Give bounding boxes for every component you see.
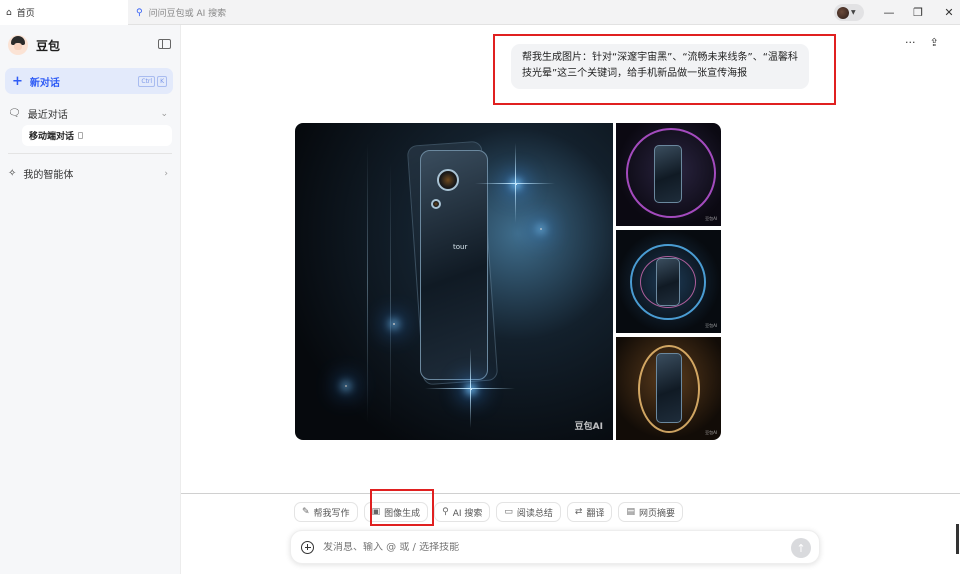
search-placeholder: 问问豆包或 AI 搜索 — [148, 9, 227, 19]
generated-image-thumb[interactable]: 豆包AI — [616, 123, 721, 226]
new-chat-label: 新对话 — [29, 77, 60, 89]
message-input[interactable] — [323, 541, 763, 553]
search-icon: ⚲ — [136, 7, 143, 18]
search-icon: ⚲ — [442, 507, 449, 517]
plus-icon: + — [12, 73, 23, 89]
brand-avatar-icon — [8, 35, 28, 55]
avatar — [837, 6, 849, 19]
send-button[interactable]: ↑ — [791, 538, 811, 558]
chevron-right-icon: › — [164, 168, 168, 179]
webpage-icon: ▤ — [626, 507, 635, 517]
home-icon: ⌂ — [6, 7, 12, 18]
brand-name: 豆包 — [36, 38, 61, 53]
title-bar: ⌂ 首页 ⚲ 问问豆包或 AI 搜索 ▼ — ❐ ✕ — [0, 0, 960, 25]
tab-home[interactable]: ⌂ 首页 — [0, 0, 128, 25]
share-icon[interactable]: ⇪ — [930, 36, 939, 49]
chat-bubble-icon: 🗨 — [8, 108, 21, 119]
watermark: 豆包AI — [705, 323, 717, 328]
tab-home-label: 首页 — [16, 9, 35, 19]
generated-images: tour 豆包AI 豆包AI 豆包AI 豆包AI — [295, 123, 721, 440]
message-composer: ↑ — [290, 530, 820, 564]
recent-label: 最近对话 — [27, 110, 68, 121]
generated-image-thumb[interactable]: 豆包AI — [616, 230, 721, 333]
restore-button[interactable]: ❐ — [909, 3, 927, 21]
new-chat-button[interactable]: + 新对话 Ctrl K — [5, 68, 173, 94]
chevron-down-icon: ⌄ — [160, 108, 168, 119]
book-icon: ▭ — [504, 507, 513, 517]
chevron-down-icon: ▼ — [851, 9, 856, 16]
watermark: 豆包AI — [574, 422, 603, 432]
agents-label: 我的智能体 — [23, 170, 74, 181]
copy-icon — [78, 132, 84, 139]
conversation-item[interactable]: 移动端对话 — [22, 125, 172, 146]
skill-label: AI 搜索 — [452, 508, 483, 519]
skill-label: 翻译 — [586, 508, 605, 519]
recent-conversations-header[interactable]: 🗨 最近对话 ⌄ — [8, 106, 168, 121]
my-agents-item[interactable]: ✧ 我的智能体 › — [8, 166, 168, 181]
user-message: 帮我生成图片：针对“深邃宇宙黑”、“流畅未来线条”、“温馨科技光晕”这三个关键词… — [511, 44, 809, 89]
add-icon[interactable] — [301, 540, 314, 554]
phone-image — [420, 150, 488, 380]
account-menu[interactable]: ▼ — [834, 4, 864, 21]
skill-label: 帮我写作 — [313, 508, 350, 519]
generated-image-thumb[interactable]: 豆包AI — [616, 337, 721, 440]
divider — [181, 493, 960, 494]
divider — [8, 153, 172, 154]
top-actions: ··· ⇪ — [905, 36, 939, 49]
conversation-title: 移动端对话 — [29, 132, 75, 142]
skill-ai-search[interactable]: ⚲ AI 搜索 — [434, 502, 491, 522]
skill-read-summary[interactable]: ▭ 阅读总结 — [496, 502, 561, 522]
watermark: 豆包AI — [705, 216, 717, 221]
brand[interactable]: 豆包 — [8, 35, 60, 55]
resize-handle[interactable] — [956, 524, 959, 554]
search-bar[interactable]: ⚲ 问问豆包或 AI 搜索 — [130, 4, 830, 21]
generated-image-main[interactable]: tour 豆包AI — [295, 123, 613, 440]
sparkle-icon: ✧ — [8, 168, 17, 179]
shortcut-key: Ctrl — [138, 75, 156, 87]
minimize-button[interactable]: — — [880, 3, 898, 21]
highlight-box — [370, 489, 434, 526]
skill-web-summary[interactable]: ▤ 网页摘要 — [618, 502, 683, 522]
sidebar-toggle-icon[interactable] — [158, 39, 171, 49]
skill-label: 阅读总结 — [516, 508, 553, 519]
skill-bar: ✎ 帮我写作 ▣ 图像生成 ⚲ AI 搜索 ▭ 阅读总结 ⇄ 翻译 ▤ 网页摘要 — [294, 502, 683, 522]
sidebar: 豆包 + 新对话 Ctrl K 🗨 最近对话 ⌄ 移动端对话 ✧ 我的智能体 › — [0, 25, 181, 574]
pen-icon: ✎ — [302, 507, 310, 517]
skill-label: 网页摘要 — [638, 508, 675, 519]
more-icon[interactable]: ··· — [905, 36, 916, 49]
skill-writing[interactable]: ✎ 帮我写作 — [294, 502, 358, 522]
shortcut-key: K — [157, 75, 167, 87]
close-button[interactable]: ✕ — [940, 3, 958, 21]
skill-translate[interactable]: ⇄ 翻译 — [566, 502, 613, 522]
phone-brand-text: tour — [453, 243, 468, 251]
watermark: 豆包AI — [705, 430, 717, 435]
translate-icon: ⇄ — [574, 507, 583, 517]
shortcut-hint: Ctrl K — [138, 75, 167, 87]
